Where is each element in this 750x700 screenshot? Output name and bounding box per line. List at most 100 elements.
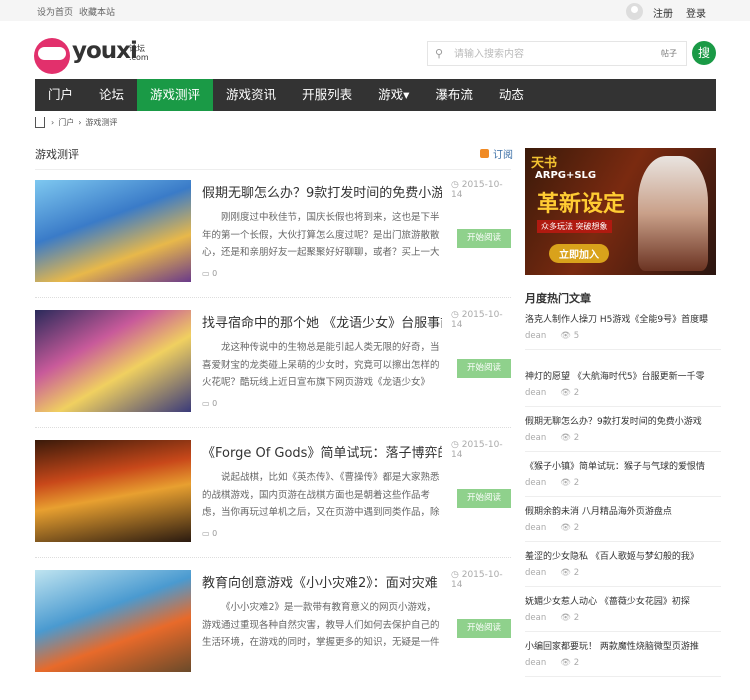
view-count: 2 <box>573 478 580 488</box>
article-thumbnail[interactable] <box>35 180 191 282</box>
rss-subscribe-link[interactable]: 订阅 <box>480 146 513 161</box>
nav-game-reviews[interactable]: 游戏测评 <box>137 79 214 111</box>
read-button[interactable]: 开始阅读 <box>457 619 511 638</box>
comment-count: ▭ 0 <box>202 399 218 408</box>
divider <box>35 557 511 558</box>
search-type-select[interactable]: 帖子 <box>661 48 677 59</box>
divider <box>525 676 721 677</box>
hot-article-author: dean <box>525 433 547 443</box>
article-item: 教育向创意游戏《小小灾难2》：面对灾难 ◷ 2015-10-14 《小小灾难2》… <box>35 570 511 700</box>
read-button[interactable]: 开始阅读 <box>457 489 511 508</box>
login-link[interactable]: 登录 <box>686 5 706 20</box>
eye-icon: 👁 <box>560 478 572 488</box>
read-button[interactable]: 开始阅读 <box>457 229 511 248</box>
article-title[interactable]: 找寻宿命中的那个她 《龙语少女》台服事前 <box>202 312 442 331</box>
view-count: 2 <box>573 433 580 443</box>
ad-join-button[interactable]: 立即加入 <box>549 244 609 263</box>
search-button[interactable]: 搜 <box>692 41 716 65</box>
nav-game-news[interactable]: 游戏资讯 <box>213 79 289 111</box>
hot-article-item: 小编回家都要玩！ 两款魔性烧脑微型页游推 dean 👁 2 <box>525 640 721 677</box>
search-input[interactable] <box>454 46 644 62</box>
article-date: ◷ 2015-10-14 <box>451 180 503 200</box>
nav-activity[interactable]: 动态 <box>486 79 537 111</box>
hot-article-item: 《猴子小镇》简单试玩：猴子与气球的爱恨情 dean 👁 2 <box>525 460 721 497</box>
hot-article-title[interactable]: 假期余韵未消 八月精品海外页游盘点 <box>525 505 716 520</box>
nav-waterfall[interactable]: 瀑布流 <box>422 79 486 111</box>
rss-icon <box>480 149 489 158</box>
view-count: 2 <box>573 388 580 398</box>
hot-article-title[interactable]: 小编回家都要玩！ 两款魔性烧脑微型页游推 <box>525 640 716 655</box>
divider <box>525 451 721 452</box>
hot-articles-title: 月度热门文章 <box>525 292 591 305</box>
comment-icon: ▭ <box>202 399 210 408</box>
article-summary: 说起战棋，比如《英杰传》、《曹操传》都是大家熟悉的战棋游戏，国内页游在战棋方面也… <box>202 472 440 518</box>
divider <box>35 297 511 298</box>
hot-article-item: 假期余韵未消 八月精品海外页游盘点 dean 👁 2 <box>525 505 721 542</box>
divider <box>525 586 721 587</box>
nav-server-list[interactable]: 开服列表 <box>289 79 365 111</box>
article-date: ◷ 2015-10-14 <box>451 310 503 330</box>
article-title[interactable]: 假期无聊怎么办？9款打发时间的免费小游 <box>202 182 442 201</box>
view-count: 2 <box>573 568 580 578</box>
hot-article-title[interactable]: 《猴子小镇》简单试玩：猴子与气球的爱恨情 <box>525 460 716 475</box>
breadcrumb-current[interactable]: 游戏测评 <box>85 117 117 128</box>
eye-icon: 👁 <box>560 613 572 623</box>
bookmark-link[interactable]: 收藏本站 <box>79 8 115 18</box>
section-title: 游戏测评 <box>35 148 79 161</box>
comment-icon: ▭ <box>202 269 210 278</box>
divider <box>525 496 721 497</box>
site-logo[interactable]: youxi 论坛 .com <box>34 34 154 78</box>
ad-banner[interactable]: 天书 ARPG+SLG 革新设定 众多玩法 突破想象 立即加入 <box>525 148 716 275</box>
main-nav: 门户 论坛 游戏测评 游戏资讯 开服列表 游戏▾ 瀑布流 动态 <box>35 79 716 111</box>
set-home-link[interactable]: 设为首页 <box>37 8 73 18</box>
hot-article-author: dean <box>525 388 547 398</box>
view-count: 2 <box>573 613 580 623</box>
nav-games[interactable]: 游戏▾ <box>365 79 422 111</box>
nav-forum[interactable]: 论坛 <box>86 79 137 111</box>
article-summary: 刚刚度过中秋佳节，国庆长假也将到来，这也是下半年的第一个长假，大伙打算怎么度过呢… <box>202 212 440 258</box>
view-count: 5 <box>573 331 580 341</box>
eye-icon: 👁 <box>560 658 572 668</box>
hot-article-title[interactable]: 神灯的愿望 《大航海时代5》台服更新一千零 <box>525 370 716 385</box>
article-thumbnail[interactable] <box>35 440 191 542</box>
hot-article-author: dean <box>525 523 547 533</box>
hot-article-author: dean <box>525 613 547 623</box>
eye-icon: 👁 <box>560 433 572 443</box>
search-icon: ⚲ <box>435 47 444 60</box>
breadcrumb: › 门户 › 游戏测评 <box>35 117 117 128</box>
view-count: 2 <box>573 523 580 533</box>
article-title[interactable]: 《Forge Of Gods》简单试玩：落子博弈的 <box>202 442 442 461</box>
article-thumbnail[interactable] <box>35 310 191 412</box>
comment-icon: ▭ <box>202 529 210 538</box>
hot-article-item: 洛克人制作人操刀 H5游戏《全能9号》首度曝 dean 👁 5 <box>525 313 721 350</box>
eye-icon: 👁 <box>560 523 572 533</box>
article-title[interactable]: 教育向创意游戏《小小灾难2》：面对灾难 <box>202 572 442 591</box>
avatar[interactable] <box>626 3 643 20</box>
article-item: 假期无聊怎么办？9款打发时间的免费小游 ◷ 2015-10-14 刚刚度过中秋佳… <box>35 180 511 310</box>
hot-article-item: 神灯的愿望 《大航海时代5》台服更新一千零 dean 👁 2 <box>525 370 721 407</box>
hot-article-author: dean <box>525 568 547 578</box>
hot-article-title[interactable]: 假期无聊怎么办？9款打发时间的免费小游戏 <box>525 415 716 430</box>
read-button[interactable]: 开始阅读 <box>457 359 511 378</box>
search-box: ⚲ 帖子 <box>427 41 687 66</box>
divider <box>35 427 511 428</box>
divider <box>525 349 721 350</box>
view-count: 2 <box>573 658 580 668</box>
register-link[interactable]: 注册 <box>653 5 673 20</box>
hot-article-title[interactable]: 羞涩的少女隐私 《百人歌姬与梦幻般的我》 <box>525 550 716 565</box>
breadcrumb-portal[interactable]: 门户 <box>58 117 74 128</box>
article-date: ◷ 2015-10-14 <box>451 570 503 590</box>
home-icon[interactable] <box>35 117 45 128</box>
article-summary: 《小小灾难2》是一款带有教育意义的网页小游戏，游戏通过重现各种自然灾害，教导人们… <box>202 602 440 648</box>
article-item: 《Forge Of Gods》简单试玩：落子博弈的 ◷ 2015-10-14 说… <box>35 440 511 570</box>
article-item: 找寻宿命中的那个她 《龙语少女》台服事前 ◷ 2015-10-14 龙这种传说中… <box>35 310 511 440</box>
nav-portal[interactable]: 门户 <box>35 79 86 111</box>
eye-icon: 👁 <box>560 388 572 398</box>
hot-article-title[interactable]: 洛克人制作人操刀 H5游戏《全能9号》首度曝 <box>525 313 716 328</box>
divider <box>35 169 511 170</box>
hot-article-title[interactable]: 妩媚少女惹人动心 《蔷薇少女花园》初探 <box>525 595 716 610</box>
article-thumbnail[interactable] <box>35 570 191 672</box>
hot-article-author: dean <box>525 331 547 341</box>
comment-count: ▭ 0 <box>202 269 218 278</box>
eye-icon: 👁 <box>560 568 572 578</box>
